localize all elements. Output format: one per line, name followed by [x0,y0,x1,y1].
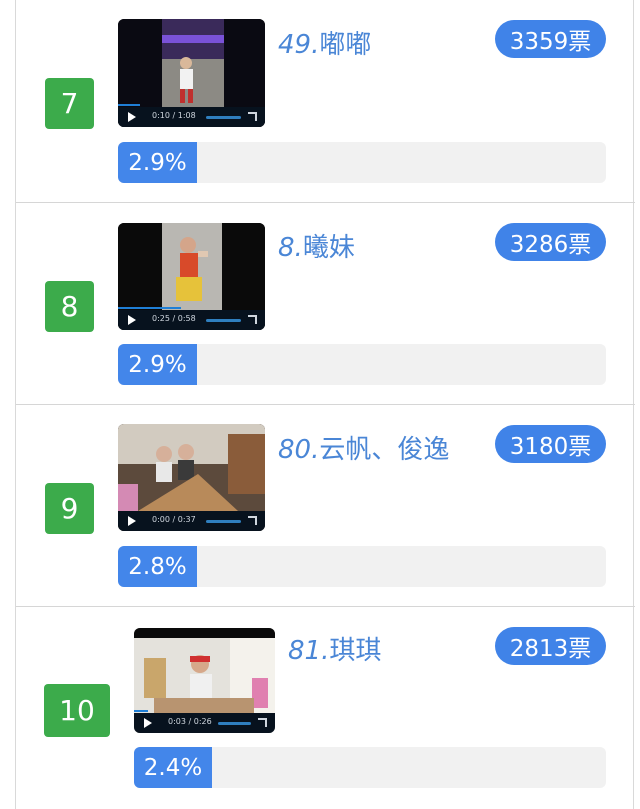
list-item: 9 0:00 / 0:37 80.云帆、俊逸 3180票 2.8% [16,405,635,607]
video-progress[interactable] [134,710,149,712]
play-icon[interactable] [128,315,136,325]
vote-count-badge: 3359票 [495,20,606,58]
contestant-name: 81.琪琪 [288,636,382,666]
rank-badge: 8 [45,281,94,332]
fullscreen-icon[interactable] [258,718,267,727]
fullscreen-icon[interactable] [248,112,257,121]
video-progress[interactable] [118,307,182,309]
video-thumbnail[interactable]: 0:03 / 0:26 [134,628,275,733]
ranking-list: 7 0:10 / 1:08 49.嘟嘟 3359票 2.9% 8 0:25 / … [15,0,635,809]
contestant-name: 8.曦妹 [278,233,355,263]
fullscreen-icon[interactable] [248,315,257,324]
video-thumbnail[interactable]: 0:10 / 1:08 [118,19,265,127]
rank-badge: 10 [44,684,110,737]
video-time: 0:03 / 0:26 [168,717,212,726]
percent-bar: 2.9% [118,344,606,385]
video-control-bar[interactable]: 0:25 / 0:58 [118,307,265,330]
percent-fill: 2.9% [118,142,197,183]
video-time: 0:25 / 0:58 [152,314,196,323]
percent-fill: 2.8% [118,546,197,587]
video-control-bar[interactable]: 0:03 / 0:26 [134,710,275,733]
video-seek-track[interactable] [206,520,241,523]
video-seek-track[interactable] [206,116,241,119]
play-icon[interactable] [128,516,136,526]
video-thumbnail[interactable]: 0:00 / 0:37 [118,424,265,531]
play-icon[interactable] [128,112,136,122]
percent-bar: 2.9% [118,142,606,183]
fullscreen-icon[interactable] [248,516,257,525]
video-seek-track[interactable] [206,319,241,322]
contestant-name: 80.云帆、俊逸 [278,435,450,465]
video-seek-track[interactable] [218,722,251,725]
contestant-name: 49.嘟嘟 [278,30,372,60]
video-control-bar[interactable]: 0:00 / 0:37 [118,511,265,531]
video-time: 0:00 / 0:37 [152,515,196,524]
video-thumbnail[interactable]: 0:25 / 0:58 [118,223,265,330]
video-time: 0:10 / 1:08 [152,111,196,120]
list-item: 8 0:25 / 0:58 8.曦妹 3286票 2.9% [16,203,635,405]
rank-badge: 7 [45,78,94,129]
percent-bar: 2.8% [118,546,606,587]
percent-fill: 2.9% [118,344,197,385]
percent-bar: 2.4% [134,747,606,788]
percent-fill: 2.4% [134,747,212,788]
vote-count-badge: 3286票 [495,223,606,261]
video-control-bar[interactable]: 0:10 / 1:08 [118,104,265,127]
rank-badge: 9 [45,483,94,534]
vote-count-badge: 2813票 [495,627,606,665]
list-item: 7 0:10 / 1:08 49.嘟嘟 3359票 2.9% [16,0,635,203]
vote-count-badge: 3180票 [495,425,606,463]
list-item: 10 0:03 / 0:26 81.琪琪 2813票 2.4% [16,607,635,809]
play-icon[interactable] [144,718,152,728]
video-progress[interactable] [118,104,141,106]
